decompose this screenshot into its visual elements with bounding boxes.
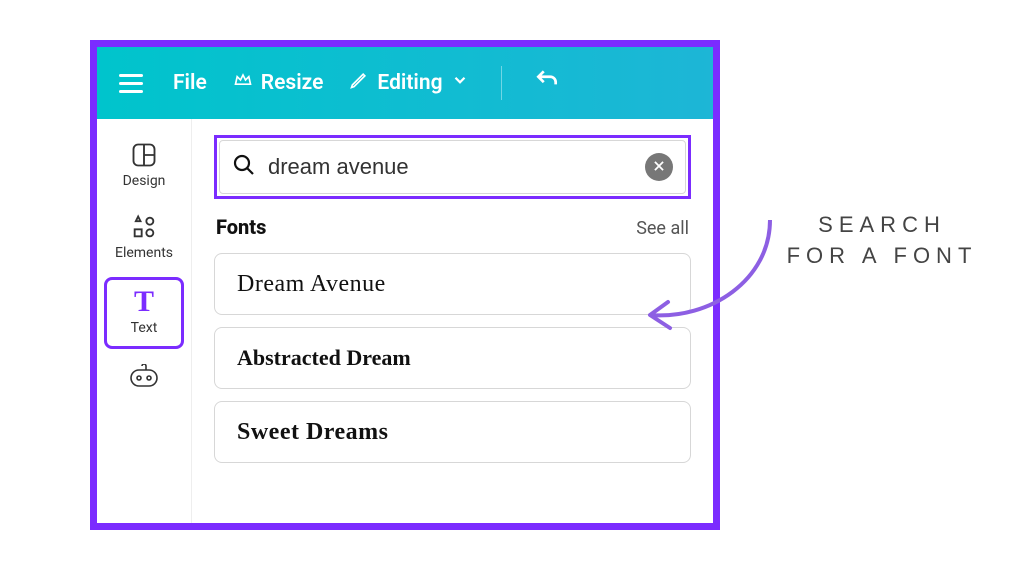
toolbar-divider [501, 66, 502, 100]
chevron-down-icon [451, 71, 469, 95]
sidebar-item-label: Elements [115, 245, 173, 261]
annotation-text: SEARCH FOR A FONT [772, 210, 992, 272]
sidebar-item-text[interactable]: T Text [104, 277, 184, 349]
main-panel: Fonts See all Dream Avenue Abstracted Dr… [192, 119, 713, 523]
fonts-section-header: Fonts See all [214, 213, 691, 239]
resize-label: Resize [261, 71, 324, 95]
sidebar-item-design[interactable]: Design [104, 133, 184, 199]
see-all-link[interactable]: See all [636, 218, 689, 239]
undo-icon [534, 67, 560, 99]
pencil-icon [349, 70, 369, 96]
resize-menu[interactable]: Resize [233, 70, 324, 96]
editing-label: Editing [377, 71, 442, 95]
font-search-box [219, 140, 686, 194]
sidebar-item-brand[interactable] [104, 355, 184, 401]
font-name-label: Abstracted Dream [237, 345, 411, 371]
font-results-list: Dream Avenue Abstracted Dream Sweet Drea… [214, 253, 691, 463]
editing-menu[interactable]: Editing [349, 70, 468, 96]
sidebar-item-label: Design [123, 173, 166, 189]
close-icon [652, 158, 666, 177]
search-highlight [214, 135, 691, 199]
text-icon: T [134, 288, 154, 316]
font-name-label: Sweet Dreams [237, 419, 389, 446]
annotation-line: FOR A FONT [772, 241, 992, 272]
undo-button[interactable] [534, 67, 560, 99]
font-name-label: Dream Avenue [237, 271, 386, 298]
top-toolbar: File Resize Editing [97, 47, 713, 119]
sidebar-item-label: Text [131, 320, 158, 336]
file-menu[interactable]: File [173, 71, 207, 95]
file-label: File [173, 71, 207, 95]
font-result-item[interactable]: Dream Avenue [214, 253, 691, 315]
body-area: Design Elements T Text [97, 119, 713, 523]
crown-icon [233, 70, 253, 96]
sidebar-item-elements[interactable]: Elements [104, 205, 184, 271]
brand-icon [129, 363, 159, 391]
fonts-title: Fonts [216, 215, 266, 239]
menu-button[interactable] [115, 70, 147, 97]
font-result-item[interactable]: Sweet Dreams [214, 401, 691, 463]
annotation-line: SEARCH [772, 210, 992, 241]
shapes-icon [130, 213, 158, 241]
template-icon [130, 141, 158, 169]
clear-search-button[interactable] [645, 153, 673, 181]
side-nav: Design Elements T Text [97, 119, 192, 523]
app-frame: File Resize Editing [90, 40, 720, 530]
font-search-input[interactable] [268, 154, 633, 180]
search-icon [232, 153, 256, 181]
font-result-item[interactable]: Abstracted Dream [214, 327, 691, 389]
